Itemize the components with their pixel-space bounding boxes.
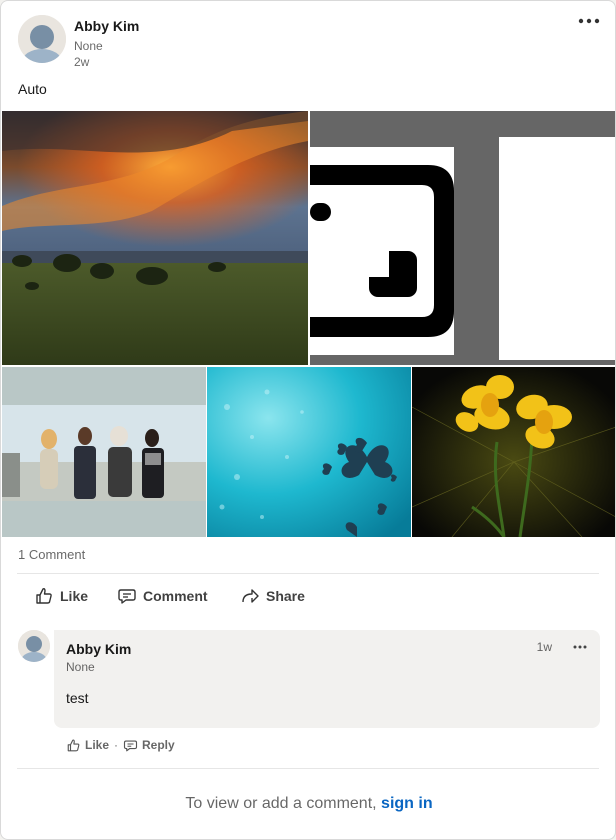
comment-label: Comment <box>143 588 208 604</box>
commenter-avatar[interactable] <box>18 630 50 662</box>
comment-time: 1w <box>536 640 552 654</box>
author-avatar[interactable] <box>18 15 66 63</box>
share-arrow-icon <box>242 589 259 603</box>
post-image-graphic[interactable] <box>310 111 615 365</box>
like-label: Like <box>60 588 89 604</box>
commenter-headline: None <box>66 660 95 674</box>
separator-dot: · <box>114 738 118 752</box>
comment-text: test <box>66 690 89 706</box>
comment-more-icon[interactable] <box>572 640 588 652</box>
comment-reply-label: Reply <box>142 738 175 752</box>
person-icon <box>18 15 66 63</box>
divider <box>17 573 599 574</box>
post-image-cast[interactable] <box>2 367 206 537</box>
comment-like-button[interactable]: Like <box>66 737 109 753</box>
post-card: Abby Kim None 2w Auto 1 Comment Like Com… <box>0 0 616 840</box>
divider <box>17 768 599 769</box>
comment-icon <box>118 589 136 604</box>
like-button[interactable]: Like <box>34 581 88 611</box>
author-name[interactable]: Abby Kim <box>74 18 139 34</box>
thumbs-up-icon <box>36 588 52 604</box>
comment-button[interactable]: Comment <box>117 581 208 611</box>
post-image-sunset[interactable] <box>2 111 308 365</box>
comment-icon <box>123 739 138 751</box>
sign-in-prompt: To view or add a comment, sign in <box>1 795 615 813</box>
share-button[interactable]: Share <box>240 581 305 611</box>
person-icon <box>18 630 50 662</box>
thumbs-up-icon <box>67 739 80 751</box>
sign-in-link[interactable]: sign in <box>381 795 433 812</box>
comment-bubble: Abby Kim None 1w test <box>54 630 600 728</box>
post-text: Auto <box>18 81 47 97</box>
share-label: Share <box>266 588 305 604</box>
comment-reply-button[interactable]: Reply <box>123 737 175 753</box>
sign-in-prompt-text: To view or add a comment, <box>185 795 377 812</box>
post-time: 2w <box>74 55 90 69</box>
more-options-icon[interactable] <box>577 11 601 31</box>
comments-count[interactable]: 1 Comment <box>18 547 85 562</box>
comment-like-label: Like <box>85 738 110 752</box>
post-image-daffodil[interactable] <box>412 367 615 537</box>
author-headline: None <box>74 39 103 53</box>
commenter-name[interactable]: Abby Kim <box>66 641 131 657</box>
post-image-butterflies[interactable] <box>207 367 411 537</box>
